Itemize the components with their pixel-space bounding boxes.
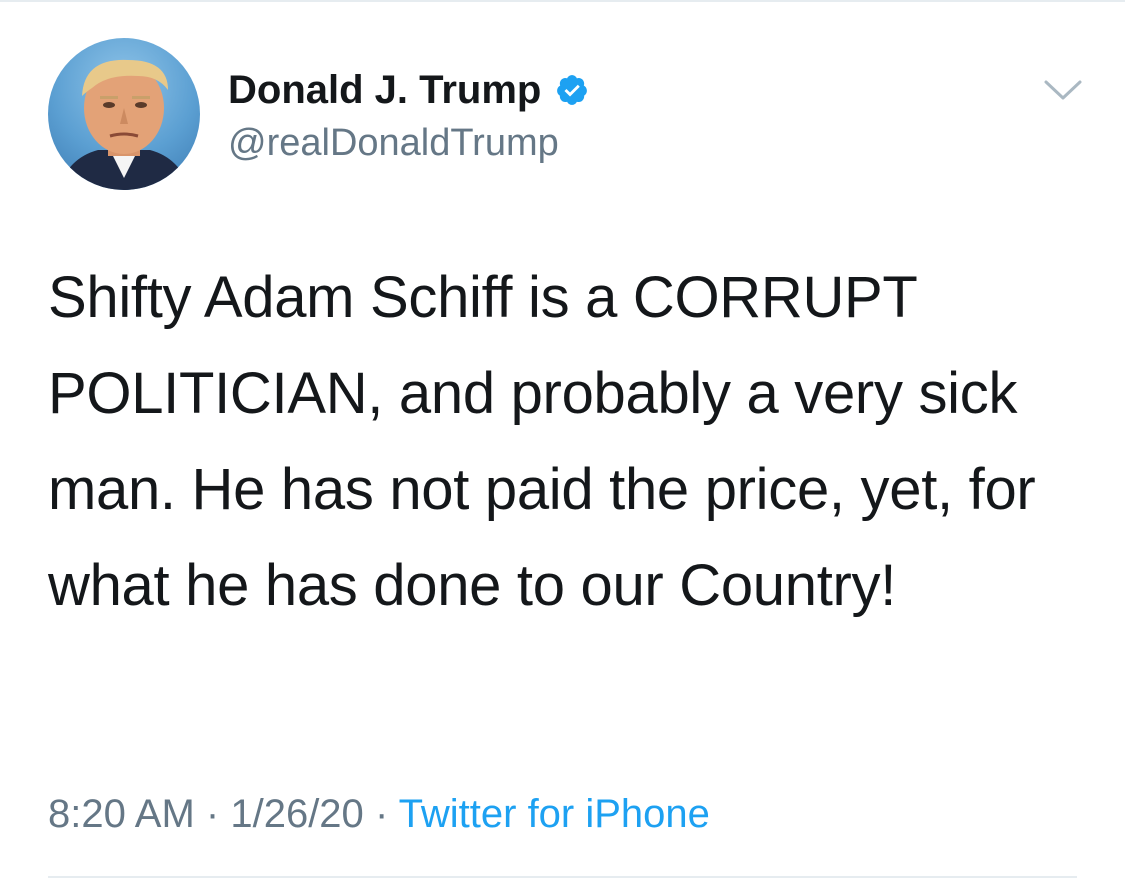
meta-separator: ·	[374, 792, 389, 836]
tweet-meta: 8:20 AM · 1/26/20 · Twitter for iPhone	[48, 790, 710, 838]
verified-badge-icon	[557, 75, 588, 105]
display-name-row[interactable]: Donald J. Trump	[228, 66, 589, 114]
tweet-time[interactable]: 8:20 AM	[48, 792, 195, 836]
profile-photo-icon	[58, 59, 190, 190]
user-handle[interactable]: @realDonaldTrump	[228, 120, 559, 166]
tweet-text: Shifty Adam Schiff is a CORRUPT POLITICI…	[48, 265, 1036, 618]
avatar[interactable]	[48, 38, 200, 190]
tweet-source-link[interactable]: Twitter for iPhone	[399, 792, 710, 836]
display-name[interactable]: Donald J. Trump	[228, 66, 541, 114]
bottom-divider	[48, 876, 1077, 878]
chevron-down-icon[interactable]	[1042, 76, 1084, 104]
top-divider	[0, 0, 1125, 2]
meta-separator: ·	[205, 792, 220, 836]
tweet-date[interactable]: 1/26/20	[230, 792, 363, 836]
